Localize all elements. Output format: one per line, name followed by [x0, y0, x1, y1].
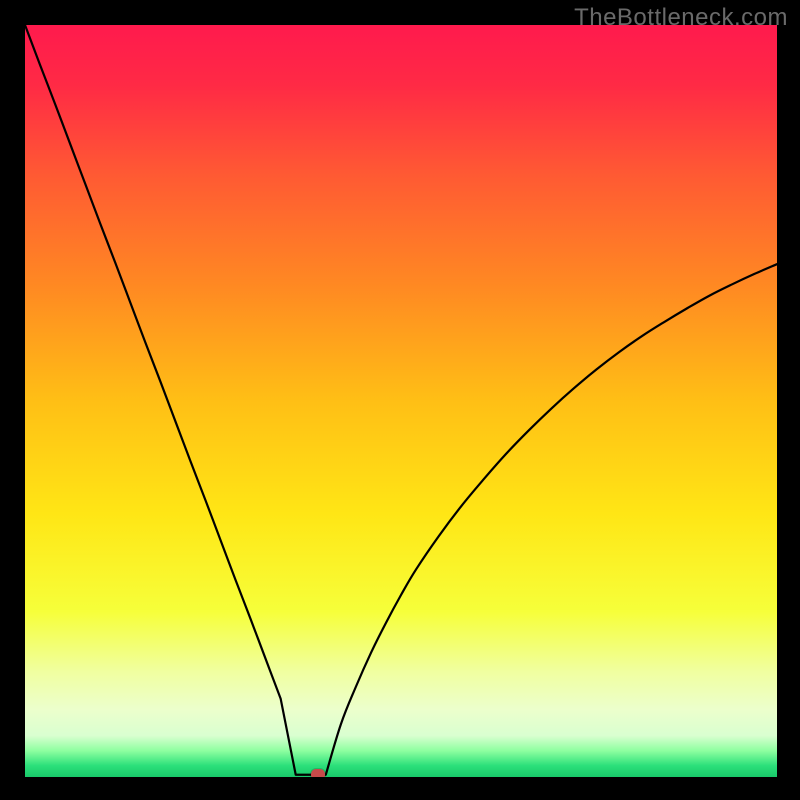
plot-area [25, 25, 777, 777]
current-system-marker-icon [311, 769, 325, 777]
bottleneck-curve-chart [25, 25, 777, 777]
